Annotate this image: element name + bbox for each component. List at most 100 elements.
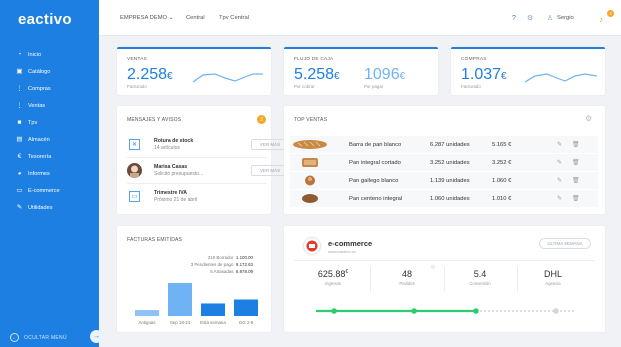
sidebar-toggle-handle[interactable]: → (90, 330, 103, 343)
metric-label: Agencia (545, 281, 561, 286)
sidebar-item-ventas[interactable]: ⋮ Ventas (0, 98, 99, 114)
bar-antiguas[interactable] (135, 310, 159, 316)
purchases-kpi-card[interactable]: COMPRAS 1.037€ Facturado (451, 47, 605, 95)
table-row[interactable]: Pan gallego blanco 1.139 unidades 1.060 … (290, 172, 598, 189)
invoices-card: FACTURAS EMITIDAS 210 Borrador 1.100.00 … (117, 226, 271, 332)
kpi-label: COMPRAS (461, 57, 487, 62)
edit-icon[interactable]: ✎ (557, 177, 562, 184)
sidebar-item-label: Catálogo (28, 69, 51, 75)
cashflow-kpi-card[interactable]: FLUJO DE CAJA 5.258€ Por cobrar 1096€ Po… (284, 47, 438, 95)
kpi-sub: Facturado (461, 84, 481, 89)
sidebar-item-label: Tesorería (28, 154, 52, 160)
table-row[interactable]: Pan integral cortado 3.252 unidades 3.25… (290, 154, 598, 171)
legend-label: 5 Atrasadas (210, 269, 234, 274)
sidebar-item-compras[interactable]: ⋮ Compras (0, 81, 99, 97)
sidebar-item-inicio[interactable]: ◔ Inicio (0, 47, 99, 63)
trash-icon[interactable]: 🗑 (572, 159, 580, 166)
list-item[interactable]: ▭ Trimestre IVA Próximo 21 de abril (127, 188, 282, 216)
product-units: 1.139 unidades (430, 177, 470, 184)
product-units: 1.060 unidades (430, 195, 470, 202)
sales-sparkline (193, 73, 263, 83)
sales-icon: ⋮ (16, 101, 23, 109)
help-icon[interactable]: ? (509, 13, 519, 23)
progress-step (411, 308, 417, 314)
bar-sep-18-24[interactable] (168, 283, 192, 316)
trash-icon[interactable]: 🗑 (572, 195, 580, 202)
edit-icon[interactable]: ✎ (557, 141, 562, 148)
purchases-value: 1.037€ (461, 66, 507, 83)
table-row[interactable]: Barra de pan blanco 6.287 unidades 5.165… (290, 136, 598, 153)
metric-label: Pedidos (399, 281, 415, 286)
table-row[interactable]: Pan centeno integral 1.060 unidades 1.01… (290, 190, 598, 207)
card-title: MENSAJES Y AVISOS (127, 117, 182, 123)
sidebar-item-tesoreria[interactable]: € Tesorería (0, 149, 99, 165)
warehouse-icon: ▤ (16, 135, 23, 143)
tick-label: Oct 2-8 (239, 320, 254, 325)
payable-value: 1096€ (364, 66, 406, 83)
message-subtitle: Próximo 21 de abril (154, 197, 198, 203)
calendar-icon: ▭ (129, 191, 140, 202)
product-amount: 1.010 € (492, 195, 512, 202)
edit-icon[interactable]: ✎ (557, 159, 562, 166)
legend-value: 1.100.00 (235, 255, 253, 260)
sidebar-item-label: Inicio (28, 52, 42, 58)
tick-label: Esta semana (200, 320, 226, 325)
sidebar-item-catalogo[interactable]: ▣ Catálogo (0, 64, 99, 80)
collapse-menu-label: OCULTAR MENÚ (24, 334, 67, 341)
bar-oct-2-8[interactable] (234, 299, 258, 317)
pos-icon: ■ (17, 118, 22, 126)
arrow-right-icon: → (93, 333, 100, 340)
product-image (292, 157, 328, 168)
company-name: EMPRESA DEMO (120, 15, 168, 21)
trash-icon[interactable]: 🗑 (572, 177, 580, 184)
tick-label: Sep 18-24 (170, 320, 191, 325)
list-item[interactable]: Marisa Casas Solicitó presupuesto... VER… (127, 162, 289, 190)
trash-icon[interactable]: 🗑 (572, 141, 580, 148)
payable-label: Por pagar (364, 84, 384, 89)
metric-pedidos: 48 Pedidos (372, 269, 442, 286)
receivable-label: Por cobrar (294, 84, 315, 89)
product-image (292, 193, 328, 204)
sidebar-item-utilidades[interactable]: ✎ Utilidades (0, 200, 99, 216)
product-amount: 1.060 € (492, 177, 512, 184)
notification-badge: 2 (607, 10, 614, 17)
period-selector-button[interactable]: ÚLTIMA SEMANA (539, 238, 591, 249)
reports-icon: ◕ (17, 169, 22, 177)
sidebar-item-almacen[interactable]: ▤ Almacén (0, 132, 99, 148)
message-title: Marisa Casas (154, 164, 188, 170)
metric-value: DHL (543, 269, 562, 279)
company-selector[interactable]: EMPRESA DEMO ⌄ (120, 15, 174, 21)
card-title: TOP VENTAS (294, 117, 328, 123)
metric-label: Ingresos (324, 281, 342, 286)
messages-count-badge: 3 (257, 115, 266, 124)
product-image (292, 175, 328, 186)
sidebar-item-ecommerce[interactable]: ▭ E-commerce (0, 183, 99, 199)
list-item[interactable]: ✕ Rotura de stock 14 artículos VER MÁS (127, 136, 289, 164)
message-title: Rotura de stock (154, 138, 194, 144)
sales-kpi-card[interactable]: VENTAS 2.258€ Facturado (117, 47, 271, 95)
app-logo[interactable]: eactivo (18, 11, 72, 28)
bell-icon[interactable]: ♪ (596, 14, 606, 24)
legend-value: 9.172.63 (235, 262, 253, 267)
product-name: Pan gallego blanco (349, 177, 399, 184)
metric-agencia: DHL Agencia (518, 269, 588, 286)
card-title: FACTURAS EMITIDAS (127, 237, 183, 243)
sidebar-item-label: Compras (28, 86, 51, 92)
store-selector[interactable]: Central (186, 15, 205, 21)
sidebar-item-label: Informes (28, 171, 50, 177)
sidebar-item-tpv[interactable]: ■ Tpv (0, 115, 99, 131)
sidebar-item-informes[interactable]: ◕ Informes (0, 166, 99, 182)
user-name[interactable]: Sergio (557, 15, 574, 21)
settings-icon[interactable]: ⚙ (525, 13, 535, 23)
edit-icon[interactable]: ✎ (557, 195, 562, 202)
metric-conversion: 5.4 Conversión (445, 269, 515, 286)
tick-label: Antiguas (138, 320, 156, 325)
pos-selector[interactable]: Tpv Central (219, 15, 249, 21)
sidebar-item-label: Almacén (28, 137, 50, 143)
ecommerce-title: e-commerce (328, 239, 373, 248)
bar-esta-semana[interactable] (201, 303, 225, 316)
product-amount: 3.252 € (492, 159, 512, 166)
collapse-menu-button[interactable]: ← OCULTAR MENÚ (10, 333, 67, 342)
user-icon[interactable]: ♙ (545, 13, 555, 23)
settings-icon[interactable]: ⚙ (585, 114, 592, 123)
